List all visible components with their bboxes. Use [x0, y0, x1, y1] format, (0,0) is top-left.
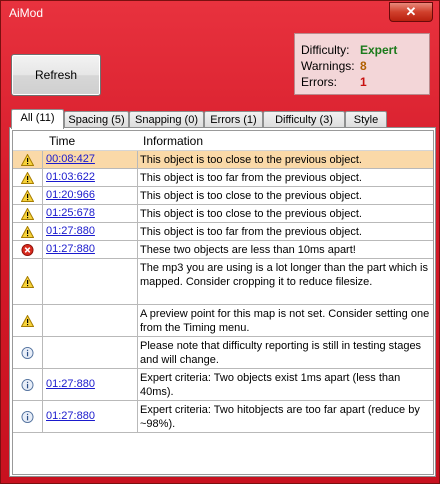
row-icon-cell: [13, 241, 43, 258]
tab-difficulty[interactable]: Difficulty (3): [263, 111, 345, 128]
tab-all[interactable]: All (11): [11, 109, 64, 129]
table-row[interactable]: 01:27:880 Expert criteria: Two hitobjects…: [13, 401, 433, 433]
row-info-cell: Expert criteria: Two hitobjects are too …: [140, 401, 430, 432]
row-icon-cell: [13, 205, 43, 222]
tab-spacing[interactable]: Spacing (5): [64, 111, 129, 128]
row-info-cell: A preview point for this map is not set.…: [140, 305, 430, 336]
row-icon-cell: [13, 151, 43, 168]
time-link[interactable]: 01:27:880: [46, 225, 95, 237]
row-info-cell: Expert criteria: Two objects exist 1ms a…: [140, 369, 430, 400]
table-row[interactable]: 01:27:880 Expert criteria: Two objects ex…: [13, 369, 433, 401]
row-time-cell: [43, 305, 138, 336]
info-text: Expert criteria: Two objects exist 1ms a…: [140, 372, 401, 398]
time-link[interactable]: 01:27:880: [46, 410, 95, 422]
row-info-cell: These two objects are less than 10ms apa…: [140, 241, 430, 258]
warnings-row: Warnings: 8: [301, 59, 367, 73]
time-link[interactable]: 01:20:966: [46, 189, 95, 201]
tab-style[interactable]: Style (2): [345, 111, 387, 142]
errors-label: Errors:: [301, 75, 337, 89]
row-icon-cell: [13, 401, 43, 432]
time-link[interactable]: 01:03:622: [46, 171, 95, 183]
row-info-cell: This object is too close to the previous…: [140, 205, 430, 222]
errors-value: 1: [360, 75, 367, 89]
close-button[interactable]: ✕: [389, 2, 433, 22]
row-icon-cell: [13, 223, 43, 240]
tab-errors[interactable]: Errors (1): [204, 111, 263, 128]
row-icon-cell: [13, 369, 43, 400]
info-text: Expert criteria: Two hitobjects are too …: [140, 404, 420, 430]
column-header-time[interactable]: Time: [49, 134, 75, 148]
difficulty-value: Expert: [360, 43, 398, 57]
row-time-cell: 01:27:880: [43, 241, 138, 258]
row-time-cell: 01:03:622: [43, 169, 138, 186]
row-time-cell: [43, 337, 138, 368]
table-row[interactable]: A preview point for this map is not set.…: [13, 305, 433, 337]
info-text: The mp3 you are using is a lot longer th…: [140, 262, 428, 288]
row-time-cell: 01:25:678: [43, 205, 138, 222]
time-link[interactable]: 01:25:678: [46, 207, 95, 219]
row-info-cell: The mp3 you are using is a lot longer th…: [140, 259, 430, 304]
row-time-cell: 00:08:427: [43, 151, 138, 168]
time-link[interactable]: 01:27:880: [46, 378, 95, 390]
row-icon-cell: [13, 187, 43, 204]
row-icon-cell: [13, 305, 43, 336]
info-text: This object is too far from the previous…: [140, 172, 362, 184]
row-time-cell: 01:27:880: [43, 369, 138, 400]
table-row[interactable]: The mp3 you are using is a lot longer th…: [13, 259, 433, 305]
info-text: A preview point for this map is not set.…: [140, 308, 430, 334]
table-row[interactable]: 01:27:880 This object is too far from the…: [13, 223, 433, 241]
table-row[interactable]: 01:27:880 These two objects are less than…: [13, 241, 433, 259]
info-text: This object is too close to the previous…: [140, 208, 362, 220]
info-text: Please note that difficulty reporting is…: [140, 340, 422, 366]
info-text: This object is too far from the previous…: [140, 226, 362, 238]
refresh-button[interactable]: Refresh: [11, 54, 101, 96]
row-time-cell: 01:27:880: [43, 223, 138, 240]
table-row[interactable]: Please note that difficulty reporting is…: [13, 337, 433, 369]
title-bar[interactable]: AiMod ✕: [1, 1, 439, 25]
row-icon-cell: [13, 169, 43, 186]
row-icon-cell: [13, 337, 43, 368]
time-link[interactable]: 01:27:880: [46, 243, 95, 255]
row-info-cell: This object is too far from the previous…: [140, 169, 430, 186]
column-header-information[interactable]: Information: [143, 134, 203, 148]
row-info-cell: Please note that difficulty reporting is…: [140, 337, 430, 368]
row-info-cell: This object is too close to the previous…: [140, 151, 430, 168]
row-info-cell: This object is too far from the previous…: [140, 223, 430, 240]
tab-snapping[interactable]: Snapping (0): [129, 111, 204, 128]
time-link[interactable]: 00:08:427: [46, 153, 95, 165]
warnings-label: Warnings:: [301, 59, 355, 73]
window-title: AiMod: [9, 6, 44, 20]
issues-grid: Time Information 00:08:427 This object is…: [12, 130, 434, 475]
row-time-cell: 01:27:880: [43, 401, 138, 432]
errors-row: Errors: 1: [301, 75, 367, 89]
grid-header: Time Information: [13, 131, 433, 151]
table-row[interactable]: 01:20:966 This object is too close to the…: [13, 187, 433, 205]
row-time-cell: [43, 259, 138, 304]
difficulty-label: Difficulty:: [301, 43, 350, 57]
tab-panel: Time Information 00:08:427 This object is…: [9, 127, 436, 477]
info-text: These two objects are less than 10ms apa…: [140, 244, 356, 256]
table-row[interactable]: 01:03:622 This object is too far from the…: [13, 169, 433, 187]
info-text: This object is too close to the previous…: [140, 154, 362, 166]
info-text: This object is too close to the previous…: [140, 190, 362, 202]
table-row[interactable]: 00:08:427 This object is too close to the…: [13, 151, 433, 169]
warnings-value: 8: [360, 59, 367, 73]
row-info-cell: This object is too close to the previous…: [140, 187, 430, 204]
difficulty-row: Difficulty: Expert: [301, 43, 397, 57]
table-row[interactable]: 01:25:678 This object is too close to the…: [13, 205, 433, 223]
row-time-cell: 01:20:966: [43, 187, 138, 204]
aimod-window: AiMod ✕ Refresh Difficulty: Expert Warni…: [0, 0, 440, 484]
row-icon-cell: [13, 259, 43, 304]
stats-box: Difficulty: Expert Warnings: 8 Errors: 1: [294, 33, 430, 95]
